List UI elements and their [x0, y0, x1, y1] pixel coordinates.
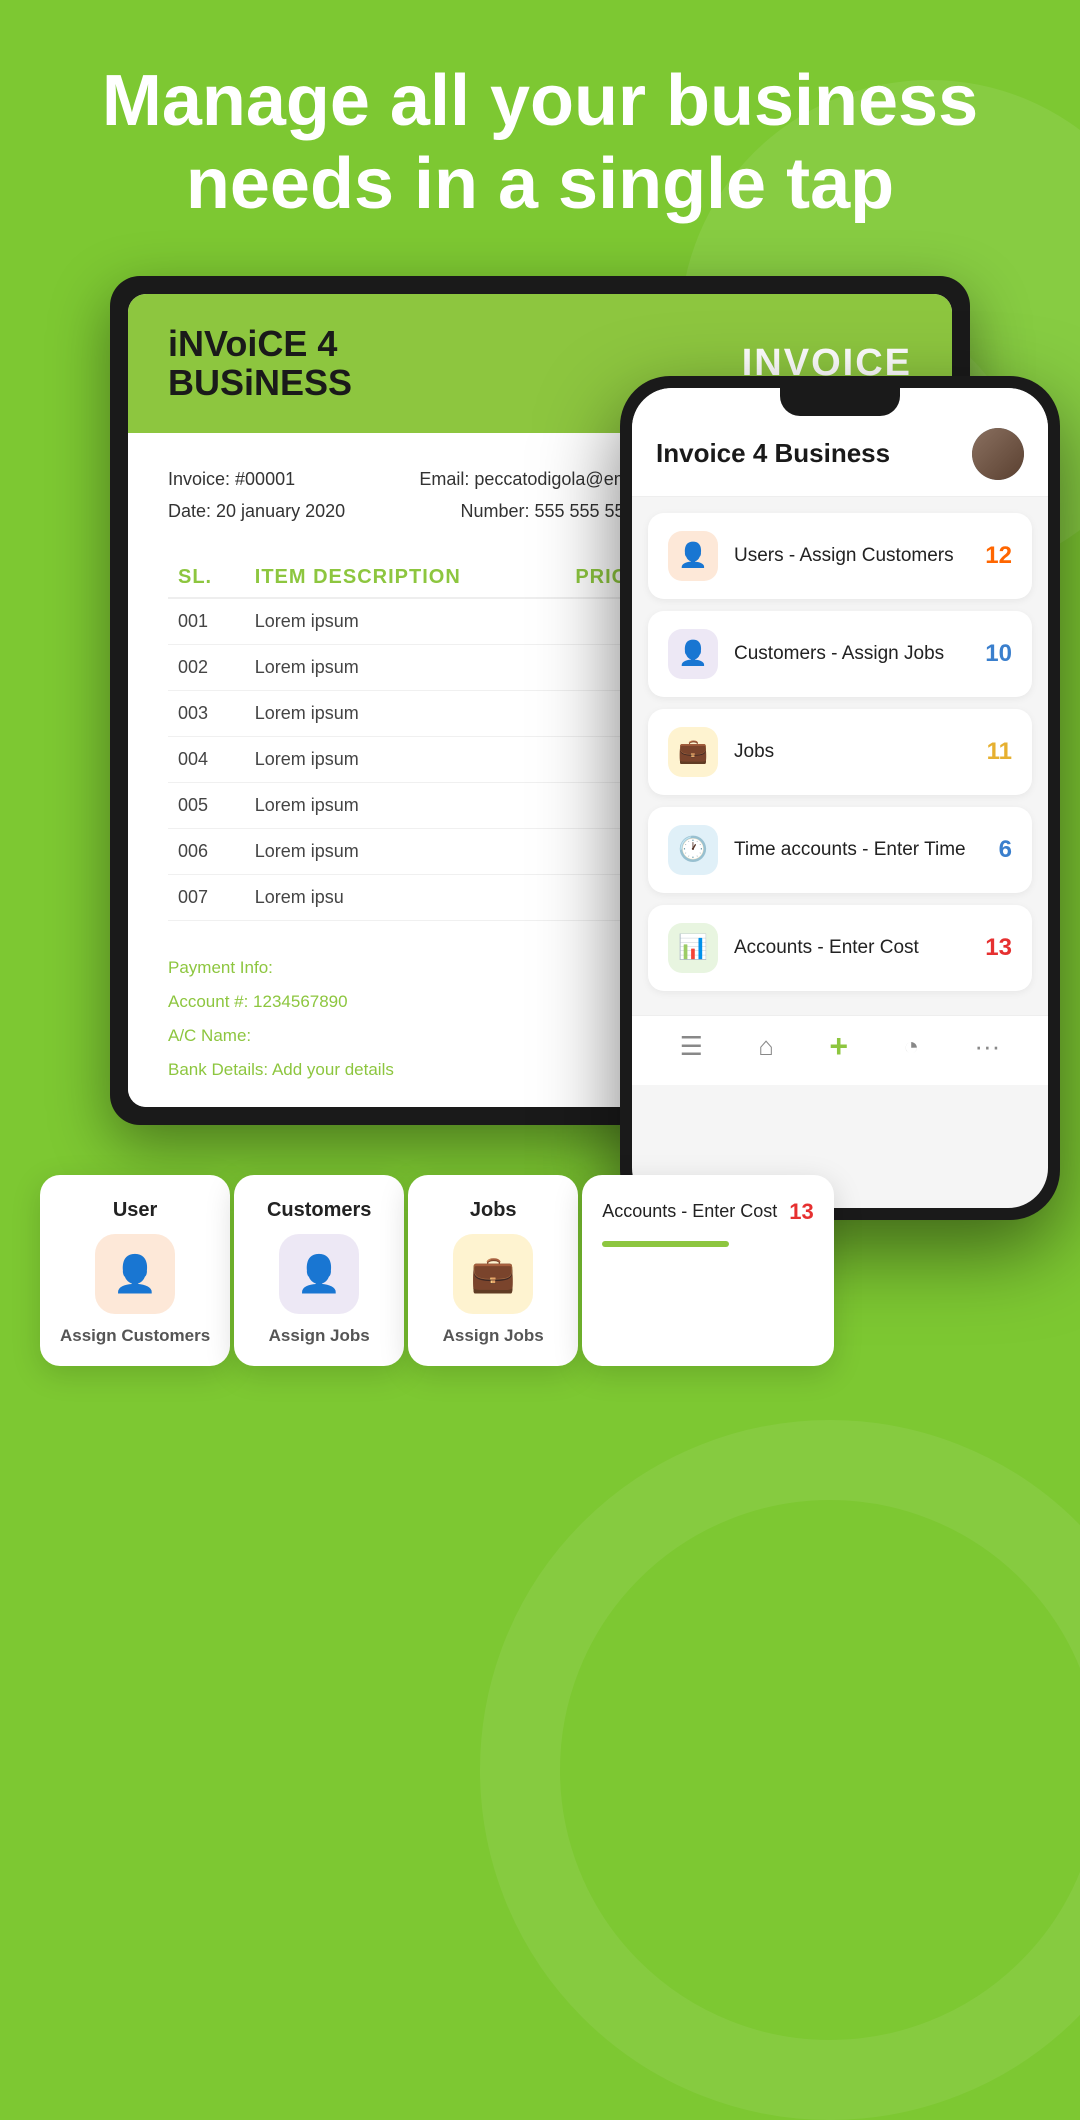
customers-count: 10: [985, 640, 1012, 668]
time-icon: 🕐: [668, 825, 718, 875]
customers-card-icon: 👤: [279, 1234, 359, 1314]
nav-menu-icon[interactable]: ☰: [680, 1031, 703, 1062]
bottom-cards-section: User 👤 Assign Customers Customers 👤 Assign Jo…: [0, 1145, 1080, 1366]
customers-card[interactable]: Customers 👤 Assign Jobs: [234, 1175, 404, 1366]
avatar: [972, 428, 1024, 480]
tablet-logo: iNVoiCE 4 BUSiNESS: [168, 324, 352, 403]
accounts-partial-card[interactable]: Accounts - Enter Cost 13: [582, 1175, 834, 1366]
accounts-label: Accounts - Enter Cost: [734, 937, 969, 959]
list-item-time[interactable]: 🕐 Time accounts - Enter Time 6: [648, 807, 1032, 893]
customers-icon: 👤: [668, 629, 718, 679]
list-item-users[interactable]: 👤 Users - Assign Customers 12: [648, 513, 1032, 599]
jobs-card-title: Jobs: [470, 1199, 517, 1222]
jobs-card-icon: 💼: [453, 1234, 533, 1314]
nav-add-icon[interactable]: +: [829, 1028, 848, 1065]
jobs-icon: 💼: [668, 727, 718, 777]
jobs-label: Jobs: [734, 741, 971, 763]
accounts-partial-count: 13: [789, 1199, 813, 1225]
users-icon: 👤: [668, 531, 718, 581]
time-label: Time accounts - Enter Time: [734, 839, 983, 861]
customers-card-title: Customers: [267, 1199, 371, 1222]
users-label: Users - Assign Customers: [734, 545, 969, 567]
accounts-icon: 📊: [668, 923, 718, 973]
list-item-customers[interactable]: 👤 Customers - Assign Jobs 10: [648, 611, 1032, 697]
phone-device: Invoice 4 Business 👤 Users - Assign Custo…: [620, 376, 1060, 1220]
user-card[interactable]: User 👤 Assign Customers: [40, 1175, 230, 1366]
tablet-meta-left: Invoice: #00001 Date: 20 january 2020: [168, 463, 345, 528]
col-sl: SL.: [168, 558, 245, 598]
jobs-card[interactable]: Jobs 💼 Assign Jobs: [408, 1175, 578, 1366]
user-card-label: Assign Customers: [60, 1326, 210, 1346]
nav-home-icon[interactable]: ⌂: [758, 1031, 774, 1062]
accounts-partial-label: Accounts - Enter Cost: [602, 1201, 777, 1222]
list-item-accounts[interactable]: 📊 Accounts - Enter Cost 13: [648, 905, 1032, 991]
customers-card-label: Assign Jobs: [269, 1326, 370, 1346]
list-item-jobs[interactable]: 💼 Jobs 11: [648, 709, 1032, 795]
jobs-card-label: Assign Jobs: [443, 1326, 544, 1346]
nav-more-icon[interactable]: ···: [974, 1031, 1000, 1062]
hero-title: Manage all your business needs in a sing…: [0, 0, 1080, 276]
accounts-count: 13: [985, 934, 1012, 962]
nav-clock-icon[interactable]: ◔: [903, 1031, 919, 1062]
phone-app-title: Invoice 4 Business: [656, 438, 890, 469]
time-count: 6: [999, 836, 1012, 864]
users-count: 12: [985, 542, 1012, 570]
user-card-title: User: [113, 1199, 157, 1222]
col-desc: ITEM DESCRIPTION: [245, 558, 566, 598]
jobs-count: 11: [987, 738, 1012, 766]
phone-bottom-nav[interactable]: ☰ ⌂ + ◔ ···: [632, 1015, 1048, 1085]
user-card-icon: 👤: [95, 1234, 175, 1314]
phone-list: 👤 Users - Assign Customers 12 👤 Customers - …: [632, 497, 1048, 1007]
phone-notch: [780, 388, 900, 416]
customers-label: Customers - Assign Jobs: [734, 643, 969, 665]
